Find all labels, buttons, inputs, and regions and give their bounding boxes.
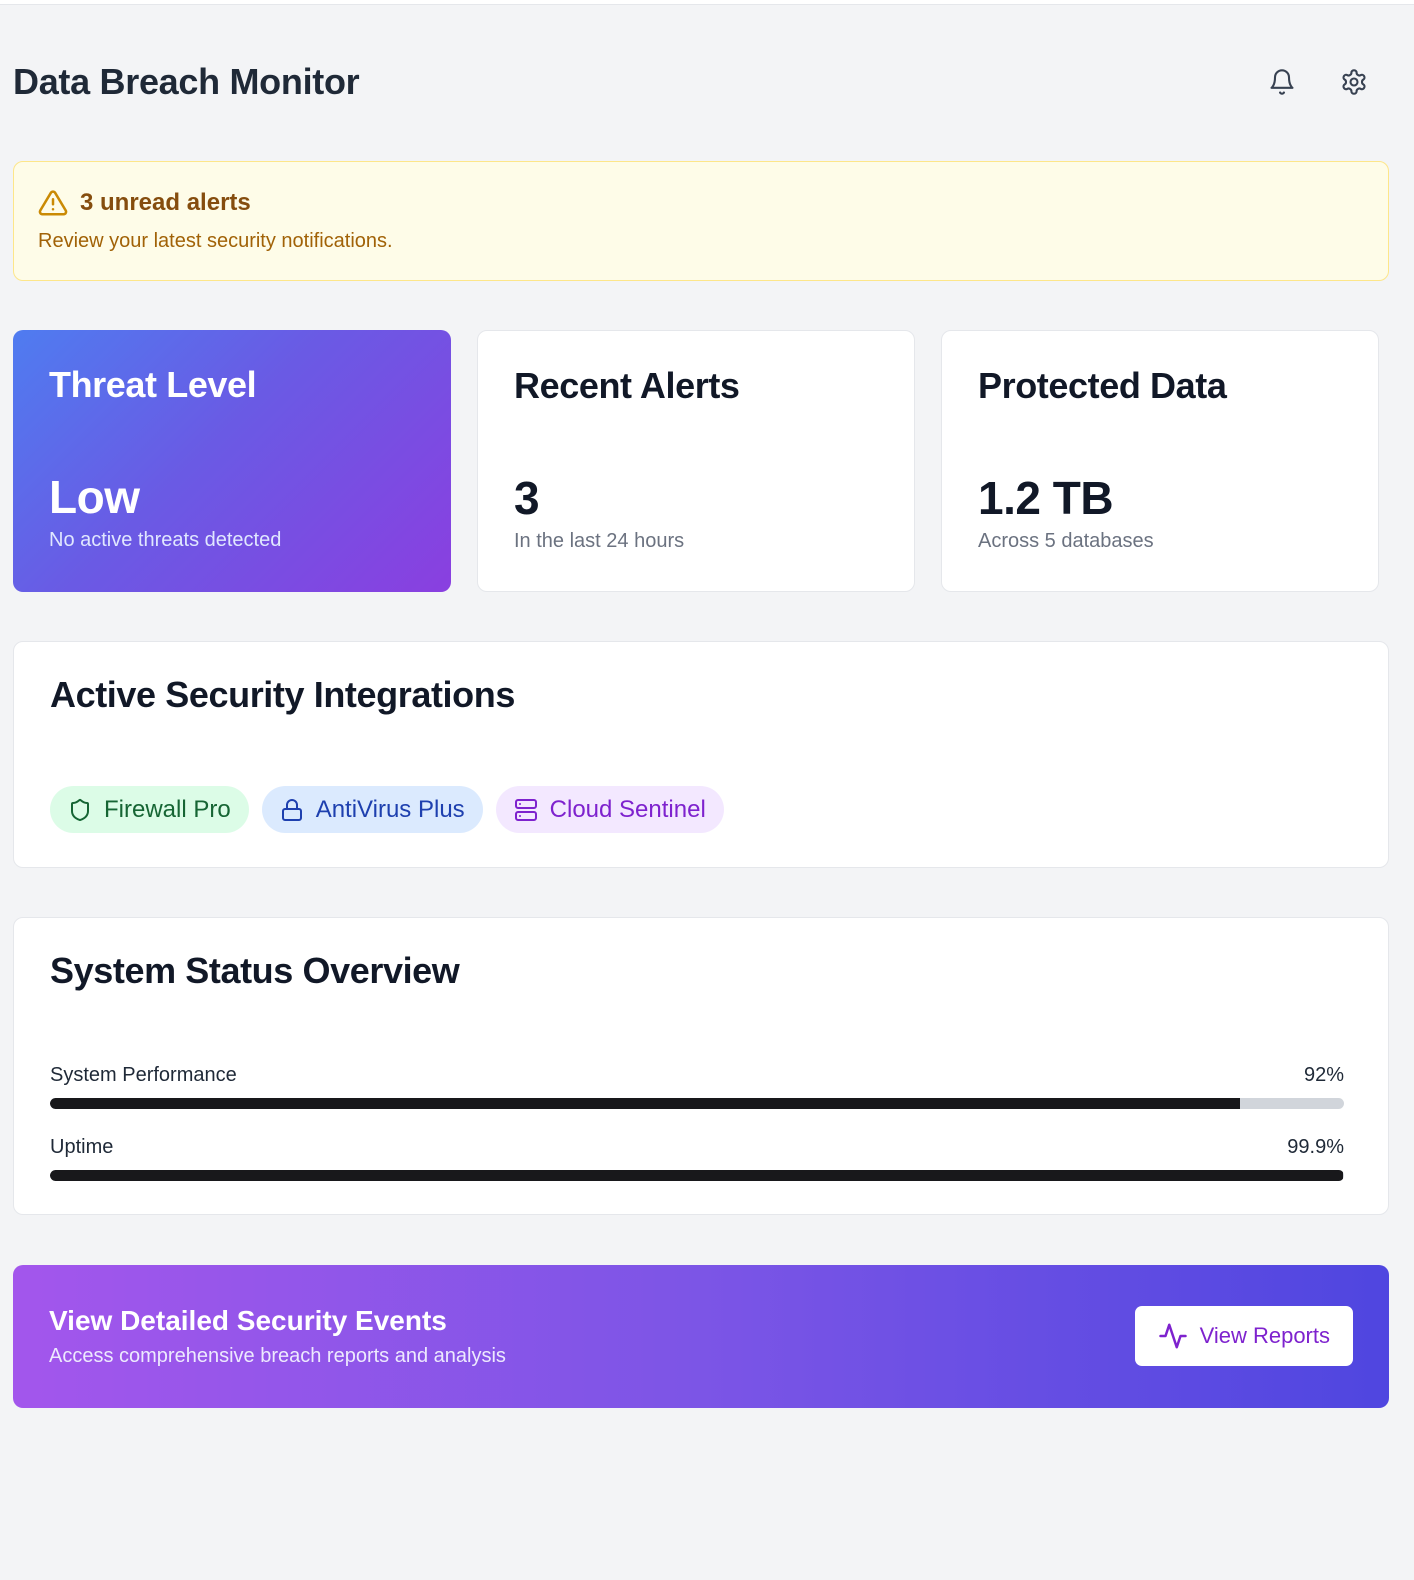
view-reports-button[interactable]: View Reports <box>1134 1306 1353 1366</box>
protected-data-subtitle: Across 5 databases <box>978 530 1154 552</box>
integration-chip-cloud-sentinel[interactable]: Cloud Sentinel <box>495 786 724 833</box>
header: Data Breach Monitor <box>13 58 1389 106</box>
dashboard-page: Data Breach Monitor 3 unread alerts Revi… <box>13 0 1389 1580</box>
metric-uptime: Uptime 99.9% <box>50 1136 1344 1181</box>
system-status-title: System Status Overview <box>50 950 460 991</box>
view-reports-label: View Reports <box>1199 1323 1330 1348</box>
shield-icon <box>71 798 89 821</box>
integration-chip-antivirus-plus[interactable]: AntiVirus Plus <box>261 786 483 833</box>
protected-data-title: Protected Data <box>978 365 1227 406</box>
threat-level-card: Threat Level Low No active threats detec… <box>13 330 451 592</box>
metric-row: Uptime 99.9% <box>50 1136 1344 1159</box>
alert-description: Review your latest security notification… <box>38 230 393 252</box>
activity-icon <box>1158 1323 1187 1349</box>
protected-data-card: Protected Data 1.2 TB Across 5 databases <box>941 330 1379 592</box>
notifications-button[interactable] <box>1261 61 1303 103</box>
settings-button[interactable] <box>1333 61 1375 103</box>
lock-icon <box>281 798 302 821</box>
recent-alerts-subtitle: In the last 24 hours <box>514 530 685 552</box>
bell-icon <box>1270 69 1294 95</box>
protected-data-value: 1.2 TB <box>978 472 1114 524</box>
integration-chip-firewall-pro[interactable]: Firewall Pro <box>50 786 249 833</box>
integration-chips: Firewall Pro AntiVirus Plus Cloud Sentin… <box>50 786 724 833</box>
metric-label: System Performance <box>50 1064 237 1086</box>
metric-value: 92% <box>1303 1064 1344 1086</box>
recent-alerts-title: Recent Alerts <box>514 365 740 406</box>
cta-title: View Detailed Security Events <box>49 1305 447 1336</box>
threat-level-value: Low <box>49 471 140 523</box>
alert-title-row: 3 unread alerts <box>38 188 1364 218</box>
header-actions <box>1261 61 1375 103</box>
integrations-title: Active Security Integrations <box>50 674 515 715</box>
integration-label: Firewall Pro <box>104 795 231 823</box>
warning-triangle-icon <box>38 190 68 216</box>
alert-title: 3 unread alerts <box>80 189 251 216</box>
progress-bar-fill <box>50 1170 1343 1181</box>
threat-level-subtitle: No active threats detected <box>49 529 282 551</box>
recent-alerts-value: 3 <box>514 472 540 524</box>
unread-alerts-banner: 3 unread alerts Review your latest secur… <box>13 161 1389 281</box>
recent-alerts-card: Recent Alerts 3 In the last 24 hours <box>477 330 915 592</box>
metric-system-performance: System Performance 92% <box>50 1064 1344 1109</box>
metric-row: System Performance 92% <box>50 1064 1344 1087</box>
integration-label: AntiVirus Plus <box>315 795 465 823</box>
server-icon <box>514 798 537 821</box>
progress-bar-track <box>50 1170 1344 1181</box>
integrations-panel: Active Security Integrations Firewall Pr… <box>13 641 1389 868</box>
progress-bar-fill <box>50 1098 1241 1109</box>
integration-label: Cloud Sentinel <box>549 795 706 823</box>
page-title: Data Breach Monitor <box>13 61 360 102</box>
security-events-cta: View Detailed Security Events Access com… <box>13 1265 1389 1408</box>
progress-bar-track <box>50 1098 1344 1109</box>
threat-level-title: Threat Level <box>49 364 257 405</box>
metric-label: Uptime <box>50 1136 114 1158</box>
system-status-panel: System Status Overview System Performanc… <box>13 917 1389 1215</box>
gear-icon <box>1342 69 1366 95</box>
cta-subtitle: Access comprehensive breach reports and … <box>49 1345 506 1367</box>
metric-value: 99.9% <box>1287 1136 1344 1158</box>
